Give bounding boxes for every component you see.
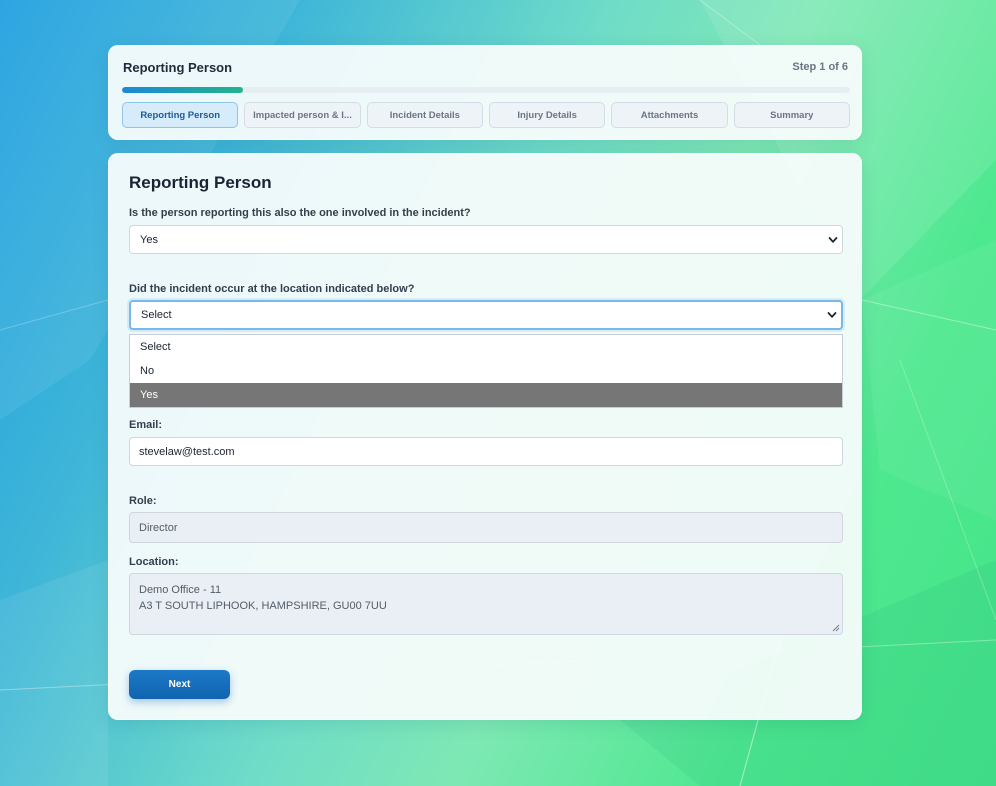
form-title: Reporting Person [129, 173, 272, 192]
tab-reporting-person[interactable]: Reporting Person [122, 102, 239, 128]
stepper-card: Reporting Person Step 1 of 6 Reporting P… [108, 45, 862, 140]
chevron-down-icon [828, 236, 838, 243]
location-line-1: Demo Office - 11 [139, 584, 222, 596]
email-field-value: stevelaw@test.com [139, 445, 235, 458]
stepper-title: Reporting Person [123, 60, 233, 75]
email-field[interactable]: stevelaw@test.com [129, 437, 843, 466]
location-label: Location: [129, 556, 179, 568]
step-counter: Step 1 of 6 [792, 61, 848, 73]
tab-incident-details[interactable]: Incident Details [366, 102, 483, 128]
role-field-value: Director [139, 521, 178, 534]
q2-dropdown-list: Select No Yes [129, 334, 843, 408]
role-label: Role: [129, 495, 157, 507]
q1-select[interactable]: Yes [129, 225, 843, 254]
resize-grip-icon[interactable] [832, 624, 840, 632]
q2-label: Did the incident occur at the location i… [129, 283, 415, 295]
q1-label: Is the person reporting this also the on… [129, 207, 471, 219]
chevron-down-icon [827, 312, 837, 318]
dropdown-option-no[interactable]: No [130, 359, 842, 383]
q1-select-value: Yes [140, 233, 158, 246]
role-field[interactable]: Director [129, 512, 843, 543]
progress-bar [122, 87, 850, 93]
email-label: Email: [129, 419, 163, 431]
q2-select[interactable]: Select [129, 300, 843, 330]
tab-impacted-person[interactable]: Impacted person & I... [244, 102, 361, 128]
location-line-2: A3 T SOUTH LIPHOOK, HAMPSHIRE, GU00 7UU [139, 600, 387, 612]
step-tabs: Reporting Person Impacted person & I... … [122, 102, 850, 129]
dropdown-option-yes[interactable]: Yes [130, 383, 842, 407]
location-textarea[interactable]: Demo Office - 11 A3 T SOUTH LIPHOOK, HAM… [129, 573, 843, 635]
tab-attachments[interactable]: Attachments [611, 102, 728, 128]
tab-summary[interactable]: Summary [733, 102, 850, 128]
q2-select-value: Select [141, 309, 172, 321]
next-button[interactable]: Next [129, 670, 230, 699]
dropdown-option-select[interactable]: Select [130, 335, 842, 359]
tab-injury-details[interactable]: Injury Details [488, 102, 606, 128]
form-card: Reporting Person Is the person reporting… [108, 153, 862, 720]
progress-bar-fill [122, 87, 244, 93]
